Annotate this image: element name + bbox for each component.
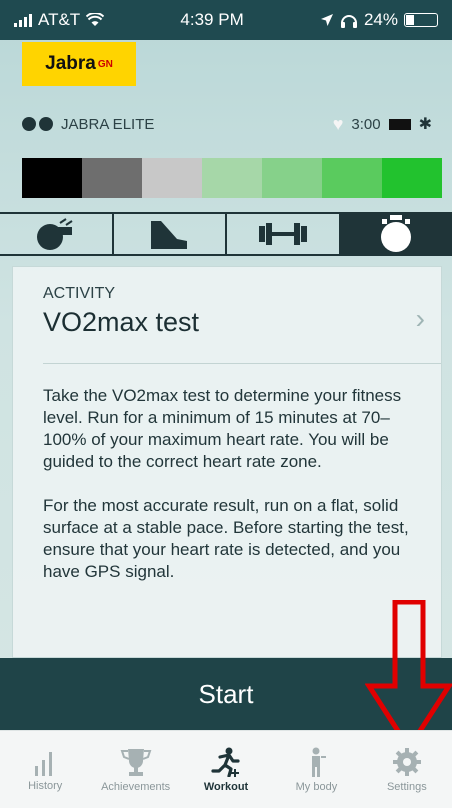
gear-icon	[392, 747, 421, 776]
location-icon	[320, 14, 333, 26]
nav-label: Achievements	[101, 780, 171, 793]
start-button[interactable]: Start	[0, 658, 452, 730]
zone-segment-1	[22, 158, 82, 198]
jabra-logo: Jabra GN	[22, 42, 136, 86]
tab-shoe[interactable]	[114, 214, 227, 254]
activity-title[interactable]: VO2max test	[43, 307, 199, 338]
status-bar: AT&T 4:39 PM 24%	[0, 0, 452, 40]
zone-segment-4	[202, 158, 262, 198]
bluetooth-icon: ✱	[418, 116, 432, 133]
trophy-icon	[120, 748, 151, 776]
activity-label: ACTIVITY	[43, 285, 116, 302]
whistle-icon	[36, 218, 73, 250]
bottom-nav: History Achievements Workout My body Set…	[0, 730, 452, 808]
nav-label: Settings	[386, 780, 427, 793]
zone-segment-2	[82, 158, 142, 198]
chevron-right-icon[interactable]: ›	[416, 303, 425, 335]
nav-achievements[interactable]: Achievements	[90, 731, 180, 808]
description-paragraph: Take the VO2max test to determine your f…	[43, 386, 402, 471]
heart-rate-zone-bar	[22, 158, 442, 198]
nav-label: My body	[295, 780, 338, 793]
zone-segment-3	[142, 158, 202, 198]
description-paragraph: For the most accurate result, run on a f…	[43, 496, 409, 581]
status-right: 24%	[320, 10, 438, 30]
dumbbell-icon	[258, 223, 307, 245]
activity-description: Take the VO2max test to determine your f…	[43, 385, 433, 583]
status-left: AT&T	[14, 10, 105, 30]
activity-card: ACTIVITY VO2max test › Take the VO2max t…	[12, 266, 442, 658]
nav-my-body[interactable]: My body	[271, 731, 361, 808]
shoe-icon	[151, 221, 188, 249]
earbuds-icon	[22, 117, 53, 131]
stopwatch-icon	[381, 215, 412, 252]
battery-icon	[404, 13, 438, 27]
nav-label: Workout	[203, 780, 249, 793]
bar-chart-icon	[35, 751, 53, 776]
runner-icon	[211, 747, 240, 777]
nav-settings[interactable]: Settings	[362, 731, 452, 808]
device-name: JABRA ELITE	[61, 115, 155, 133]
nav-label: History	[28, 779, 63, 792]
nav-history[interactable]: History	[0, 731, 90, 808]
device-battery-icon	[388, 118, 411, 130]
tab-strength[interactable]	[227, 214, 341, 254]
carrier-label: AT&T	[38, 10, 81, 29]
status-time: 4:39 PM	[180, 10, 244, 29]
device-status: ♥ 3:00 ✱	[333, 114, 432, 135]
zone-segment-5	[262, 158, 322, 198]
divider	[43, 363, 441, 364]
device-info: JABRA ELITE	[22, 116, 154, 133]
time-remaining: 3:00	[351, 115, 381, 133]
activity-tabs	[0, 212, 452, 256]
heart-icon: ♥	[332, 113, 344, 134]
nav-workout[interactable]: Workout	[181, 731, 271, 808]
battery-percent: 24%	[363, 10, 398, 29]
logo-text: Jabra	[45, 53, 96, 74]
signal-icon	[14, 13, 32, 27]
tab-stopwatch[interactable]	[340, 214, 452, 254]
logo-super: GN	[97, 58, 113, 70]
headphones-icon	[340, 15, 357, 28]
wifi-icon	[86, 13, 105, 26]
device-row: JABRA ELITE ♥ 3:00 ✱	[22, 112, 432, 136]
zone-segment-6	[322, 158, 382, 198]
body-icon	[312, 747, 327, 777]
tab-whistle[interactable]	[0, 214, 114, 254]
zone-segment-7	[382, 158, 442, 198]
